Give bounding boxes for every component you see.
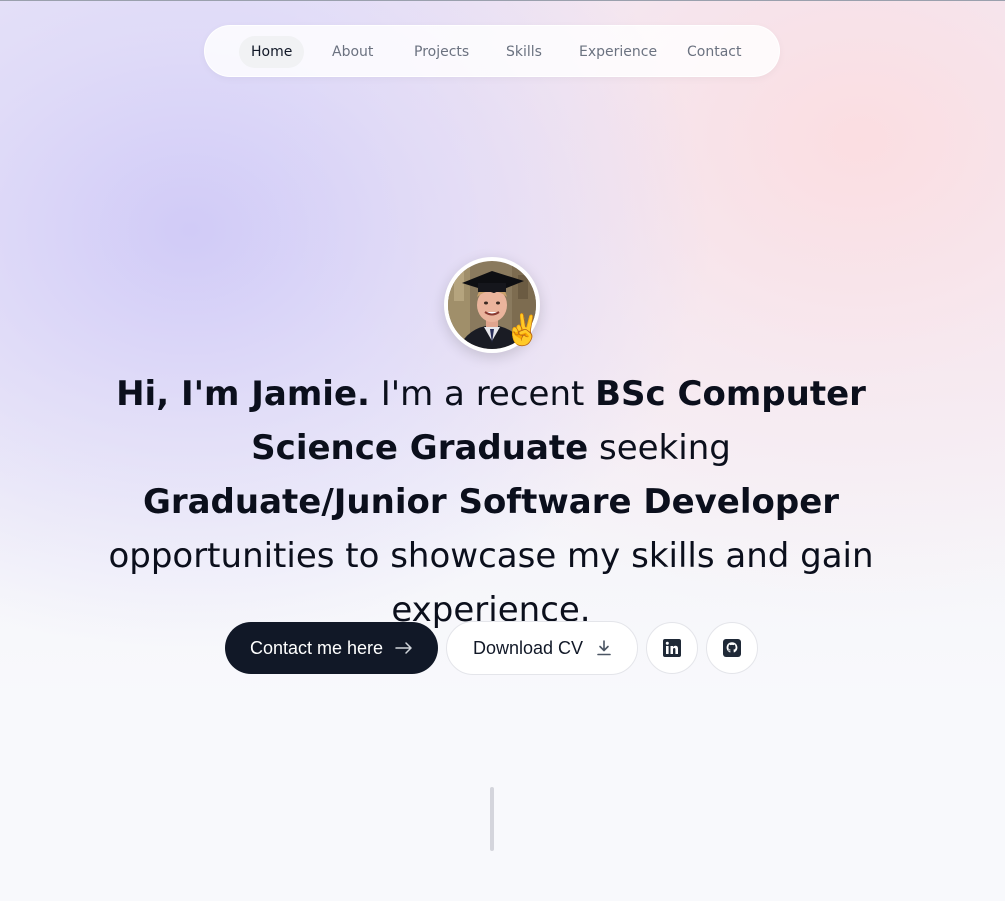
linkedin-button[interactable] <box>646 622 698 674</box>
download-icon <box>597 640 611 656</box>
window-top-border <box>0 0 1005 1</box>
arrow-right-icon <box>395 641 413 655</box>
headline-text-3: opportunities to showcase my skills and … <box>108 536 874 630</box>
linkedin-icon <box>663 639 681 657</box>
headline-greeting: Hi, I'm Jamie. <box>116 374 370 414</box>
headline-text-1: I'm a recent <box>369 374 596 414</box>
nav-item-home[interactable]: Home <box>239 36 305 68</box>
nav-item-contact[interactable]: Contact <box>675 36 753 68</box>
contact-button[interactable]: Contact me here <box>225 622 438 674</box>
nav-item-experience[interactable]: Experience <box>567 36 669 68</box>
contact-button-label: Contact me here <box>249 637 384 658</box>
github-icon <box>723 639 741 657</box>
download-cv-button[interactable]: Download CV <box>446 621 638 675</box>
top-navbar: Home About Projects Skills Experience Co… <box>204 25 780 77</box>
nav-item-skills[interactable]: Skills <box>494 36 554 68</box>
download-cv-label: Download CV <box>472 637 584 658</box>
hero-headline: Hi, I'm Jamie. I'm a recent BSc Computer… <box>100 367 882 637</box>
scroll-indicator <box>490 787 494 851</box>
github-button[interactable] <box>706 622 758 674</box>
nav-item-projects[interactable]: Projects <box>402 36 481 68</box>
headline-role: Graduate/Junior Software Developer <box>142 482 840 522</box>
victory-hand-emoji: ✌️ <box>504 313 542 348</box>
nav-item-about[interactable]: About <box>320 36 385 68</box>
headline-text-2: seeking <box>588 428 731 468</box>
